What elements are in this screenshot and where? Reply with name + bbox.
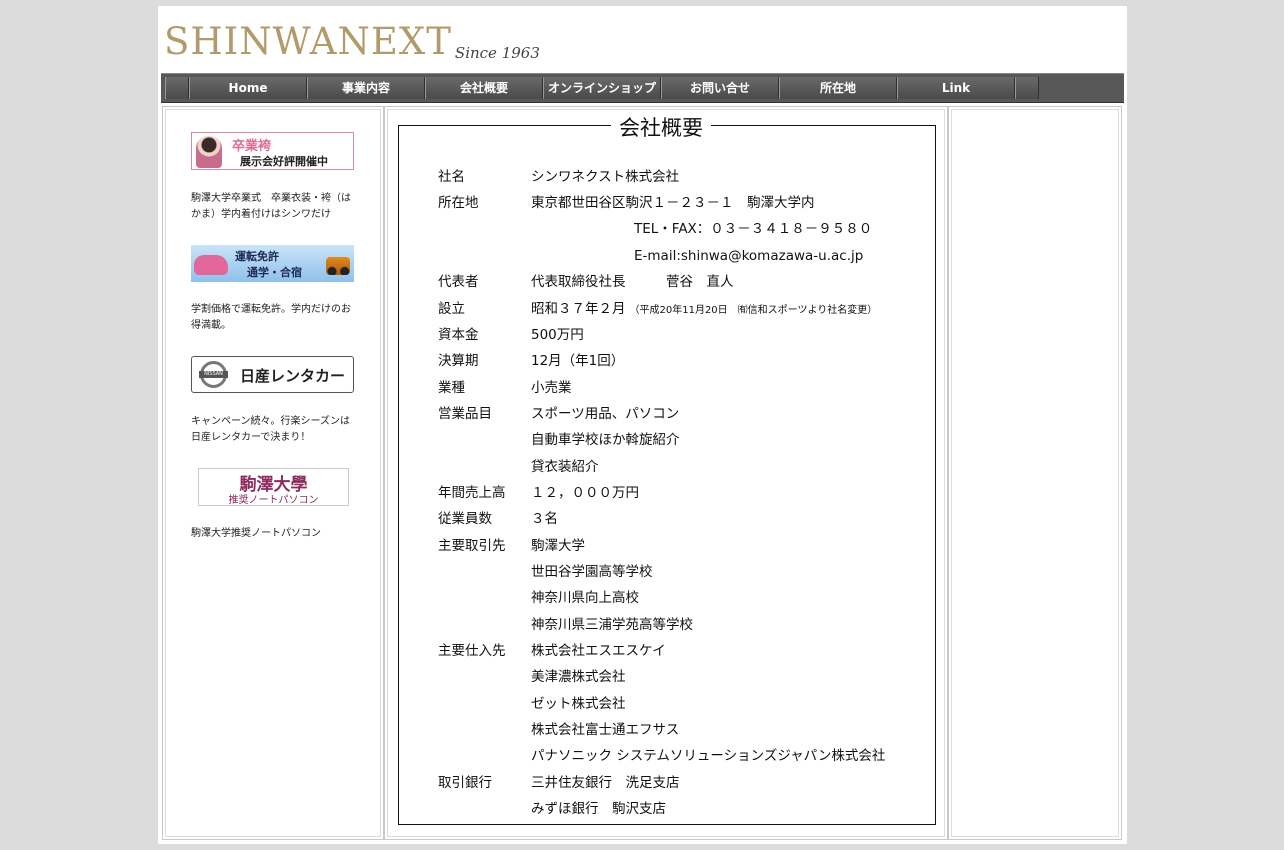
komazawa-pc-banner[interactable]: 駒澤大學 推奨ノートパソコン	[198, 468, 349, 506]
profile-row-value: 貸衣装紹介	[531, 459, 599, 475]
profile-row-label: 資本金	[438, 327, 479, 343]
profile-row-value: パナソニック システムソリューションズジャパン株式会社	[531, 748, 886, 764]
profile-row-label: 主要取引先	[438, 538, 506, 554]
profile-row-value-group: 昭和３７年２月 （平成20年11月20日 ㈲信和スポーツより社名変更）	[531, 300, 877, 320]
nissan-caption: キャンペーン続々。行楽シーズンは日産レンタカーで決まり！	[191, 416, 350, 443]
profile-row-value: みずほ銀行 駒沢支店	[531, 801, 666, 817]
profile-row-value: 駒澤大学	[531, 538, 585, 554]
hakama-banner-subtitle: 展示会好評開催中	[240, 155, 328, 168]
hakama-caption: 駒澤大学卒業式 卒業衣装・袴（はかま）学内着付けはシンワだけ	[191, 193, 351, 220]
nissan-logo-text: NISSAN	[199, 371, 228, 378]
profile-row-value: 神奈川県三浦学苑高等学校	[531, 617, 693, 633]
profile-row-value: 世田谷学園高等学校	[531, 564, 653, 580]
profile-row-value: 小売業	[531, 380, 572, 396]
nav-online-shop[interactable]: オンラインショップ	[543, 77, 661, 99]
profile-row-value: 株式会社エスエスケイ	[531, 643, 666, 659]
license-banner-title: 運転免許	[235, 250, 279, 263]
nav-company-profile[interactable]: 会社概要	[425, 77, 543, 99]
graduation-hakama-banner[interactable]: 卒業袴 展示会好評開催中	[191, 132, 354, 170]
right-sidebar	[948, 106, 1122, 840]
profile-row-label: 取引銀行	[438, 775, 492, 791]
driving-license-banner[interactable]: 運転免許 通学・合宿	[191, 245, 354, 282]
profile-row-value: ３名	[531, 511, 558, 527]
profile-row-value: 昭和３７年２月	[531, 301, 626, 317]
nissan-banner-title: 日産レンタカー	[240, 367, 346, 385]
profile-row-value: シンワネクスト株式会社	[531, 169, 680, 185]
profile-row-value: １２，０００万円	[531, 485, 639, 501]
profile-row-value: E-mail:shinwa@komazawa-u.ac.jp	[634, 248, 864, 264]
nav-contact[interactable]: お問い合せ	[661, 77, 779, 99]
company-profile-title: 会社概要	[611, 114, 711, 142]
profile-row-label: 所在地	[438, 195, 479, 211]
profile-row-label: 決算期	[438, 353, 479, 369]
profile-row-label: 営業品目	[438, 406, 492, 422]
komazawa-pc-caption: 駒澤大学推奨ノートパソコン	[191, 528, 321, 539]
profile-row-label: 業種	[438, 380, 465, 396]
profile-row-label: 代表者	[438, 274, 479, 290]
profile-row-label: 設立	[438, 301, 465, 317]
komazawa-banner-subtitle: 推奨ノートパソコン	[228, 495, 319, 506]
license-banner-subtitle: 通学・合宿	[247, 266, 302, 279]
profile-row-value: 美津濃株式会社	[531, 669, 626, 685]
motorcycle-icon	[326, 257, 350, 275]
main-nav: Home 事業内容 会社概要 オンラインショップ お問い合せ 所在地 Link	[161, 73, 1124, 103]
nav-home[interactable]: Home	[189, 77, 307, 99]
nav-right-cap	[1015, 77, 1039, 99]
profile-row-value: 東京都世田谷区駒沢１－２３－１ 駒澤大学内	[531, 195, 815, 211]
license-caption: 学割価格で運転免許。学内だけのお得満載。	[191, 304, 351, 331]
nav-link[interactable]: Link	[897, 77, 1015, 99]
profile-row-label: 従業員数	[438, 511, 492, 527]
profile-row-label: 主要仕入先	[438, 643, 506, 659]
profile-row-value: 神奈川県向上高校	[531, 590, 639, 606]
profile-row-value: 代表取締役社長 菅谷 直人	[531, 274, 734, 290]
nissan-rentacar-banner[interactable]: NISSAN 日産レンタカー	[191, 356, 354, 393]
hakama-person-icon	[196, 136, 222, 168]
site-logo[interactable]: SHINWANEXT Since 1963	[164, 20, 540, 64]
profile-row-value: 12月（年1回）	[531, 353, 625, 369]
nav-business[interactable]: 事業内容	[307, 77, 425, 99]
profile-row-value: 500万円	[531, 327, 584, 343]
nissan-logo-icon: NISSAN	[199, 361, 228, 388]
logo-tagline: Since 1963	[454, 44, 540, 62]
profile-row-value: 三井住友銀行 洗足支店	[531, 775, 680, 791]
profile-row-value: 自動車学校ほか斡旋紹介	[531, 432, 680, 448]
profile-row-value: TEL・FAX：０３－３４１８－９５８０	[634, 221, 873, 237]
profile-row-label: 年間売上高	[438, 485, 506, 501]
page-container: SHINWANEXT Since 1963 Home 事業内容 会社概要 オンライ…	[158, 6, 1127, 844]
profile-row-note: （平成20年11月20日 ㈲信和スポーツより社名変更）	[629, 305, 878, 316]
pink-car-icon	[194, 255, 228, 275]
logo-brand: SHINWANEXT	[164, 20, 452, 63]
nav-location[interactable]: 所在地	[779, 77, 897, 99]
profile-row-label: 社名	[438, 169, 465, 185]
nav-left-cap	[165, 77, 189, 99]
hakama-banner-title: 卒業袴	[232, 139, 272, 154]
profile-row-value: ゼット株式会社	[531, 696, 626, 712]
profile-row-value: 株式会社富士通エフサス	[531, 722, 680, 738]
profile-row-value: スポーツ用品、パソコン	[531, 406, 680, 422]
